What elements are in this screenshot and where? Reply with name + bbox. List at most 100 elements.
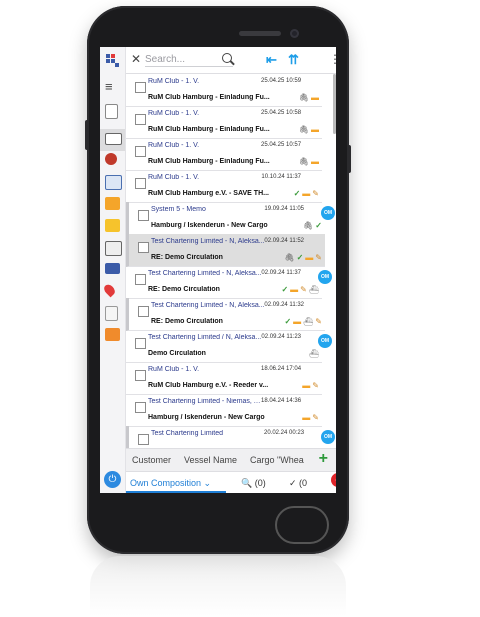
list-icon[interactable] [105,306,118,321]
message-subject: RuM Club Hamburg - Einladung Fu... [148,94,270,101]
message-date: 25.04.25 10:58 [261,110,302,116]
list-item[interactable]: Test Chartering Limited - N, Aleksa... 02… [126,298,325,331]
row-checkbox[interactable] [138,434,149,445]
list-item[interactable]: RuM Club - 1. V. 25.04.25 10:57 RuM Club H… [126,138,322,171]
avatar: OM [321,206,335,220]
filter-tabs: Customer Vessel Name Cargo "Whea + [126,448,336,471]
list-item[interactable]: RuM Club - 1. V. 25.04.25 10:59 RuM Club H… [126,74,322,107]
calendar-icon[interactable] [105,175,122,190]
speaker-grille [239,31,281,36]
folder-icon: ▬ [311,93,319,102]
app-screen: ≡ ⏻ ✕ Search... ⇤ ⇈ ⋮ RuM Club - 1. V. 25… [100,47,336,493]
folder-icon: ▬ [311,157,319,166]
pencil-icon: ✎ [315,253,322,262]
front-camera [290,29,299,38]
message-status-icons: 🖇 ✓ [301,221,322,230]
message-subject: RuM Club Hamburg e.V. - SAVE TH... [148,190,269,197]
expand-all-icon[interactable]: ⇈ [288,52,299,68]
list-item[interactable]: System 5 - Memo 19.09.24 11:05 Hamburg / I… [126,202,335,235]
message-sender: Test Chartering Limited [151,430,223,437]
message-sender: RuM Club - 1. V. [148,142,200,149]
row-checkbox[interactable] [135,178,146,189]
phone-reflection [90,556,346,616]
add-filter-button[interactable]: + [319,450,328,468]
folder-icon: ▬ [302,413,311,422]
mail-icon[interactable] [105,133,122,145]
list-item[interactable]: Test Chartering Limited - Niemas, A... 18… [126,394,322,427]
location-pin-icon[interactable] [102,282,117,298]
search-icon[interactable] [222,53,232,63]
attachment-icon: 🖇 [298,125,309,134]
composition-dropdown[interactable]: Own Composition ⌄ [130,478,211,489]
list-item[interactable]: RuM Club - 1. V. 10.10.24 11:37 RuM Club H… [126,170,322,203]
menu-icon[interactable]: ≡ [105,80,120,93]
ship-icon[interactable] [105,263,120,274]
attachment-icon: 🖇 [298,93,309,102]
message-subject: RuM Club Hamburg - Einladung Fu... [148,126,270,133]
row-checkbox[interactable] [135,146,146,157]
row-checkbox[interactable] [135,274,146,285]
search-input[interactable]: Search... [145,54,233,67]
composition-label: Own Composition [130,478,202,488]
list-item[interactable]: Test Chartering Limited - N, Aleksa... 02… [126,266,332,299]
row-checkbox[interactable] [135,338,146,349]
row-checkbox[interactable] [138,210,149,221]
power-side-button[interactable] [347,145,351,173]
folder-icon: ▬ [302,189,311,198]
folder-icon: ▬ [305,253,314,262]
message-status-icons: 🖇 ✓ ▬ ✎ [282,253,322,262]
scrollbar[interactable] [333,74,336,134]
folder-icon: ▬ [302,381,311,390]
checked-count[interactable]: ✓ (0 [289,478,307,489]
message-date: 10.10.24 11:37 [261,174,301,180]
tab-customer[interactable]: Customer [132,455,171,465]
notes-icon[interactable] [105,219,120,232]
message-status-icons: ✓ ▬ ✎ [292,189,319,198]
message-status-icons: ✓ ▬ ⛴ ✎ [282,317,322,326]
list-item[interactable]: RuM Club - 1. V. 25.04.25 10:58 RuM Club H… [126,106,322,139]
chat-icon[interactable] [105,328,120,341]
new-document-icon[interactable] [105,104,118,119]
tab-vessel-name[interactable]: Vessel Name [184,455,237,465]
row-checkbox[interactable] [135,82,146,93]
power-icon[interactable]: ⏻ [104,471,121,488]
row-checkbox[interactable] [135,370,146,381]
attachment-icon: 🖇 [284,253,295,262]
list-item[interactable]: Test Chartering Limited / N, Aleksa... 02… [126,330,332,363]
report-icon[interactable] [105,241,122,256]
close-icon[interactable]: ✕ [131,52,141,66]
confirm-fab-button[interactable]: ✓ [331,473,336,487]
search-count[interactable]: 🔍 (0) [241,478,266,489]
row-checkbox[interactable] [138,242,149,253]
row-checkbox[interactable] [138,306,149,317]
message-sender: Test Chartering Limited - N, Aleksa... [148,270,262,277]
row-checkbox[interactable] [135,114,146,125]
tab-cargo[interactable]: Cargo "Whea [250,455,304,465]
message-date: 18.04.24 14:36 [261,398,302,404]
message-subject: RE: Demo Circulation [151,318,223,325]
contacts-icon[interactable] [105,153,117,165]
folder-icon[interactable] [105,197,120,210]
message-sender: RuM Club - 1. V. [148,110,200,117]
home-button[interactable] [275,506,329,544]
message-date: 25.04.25 10:57 [261,142,302,148]
avatar: OM [318,334,332,348]
list-item[interactable]: Test Chartering Limited - N, Aleksa... 02… [126,234,325,267]
avatar: OM [321,430,335,444]
chevron-down-icon: ⌄ [203,478,212,488]
check-icon: ✓ [281,285,289,294]
check-icon: ✓ [296,253,304,262]
message-status-icons: 🖇 ▬ [297,93,319,102]
message-status-icons: 🖇 ▬ [297,157,319,166]
message-date: 02.09.24 11:37 [261,270,301,276]
more-options-icon[interactable]: ⋮ [329,52,336,66]
volume-button[interactable] [85,120,89,150]
message-list: RuM Club - 1. V. 25.04.25 10:59 RuM Club H… [126,74,336,459]
collapse-top-icon[interactable]: ⇤ [266,52,277,68]
list-item[interactable]: RuM Club - 1. V. 18.06.24 17:04 RuM Club H… [126,362,322,395]
message-subject: RE: Demo Circulation [151,254,223,261]
message-date: 02.09.24 11:52 [264,238,304,244]
message-status-icons: ✓ ▬ ✎ ⛴ [279,285,319,294]
row-checkbox[interactable] [135,402,146,413]
message-status-icons: 🖇 ▬ [297,125,319,134]
